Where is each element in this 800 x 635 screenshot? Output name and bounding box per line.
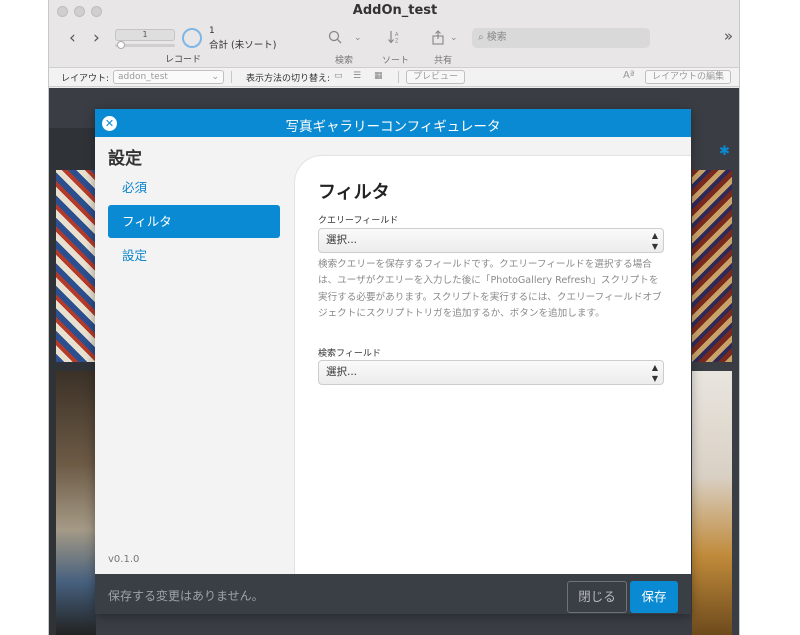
record-total: 合計 (未ソート) bbox=[209, 40, 277, 51]
title-bar: AddOn_test ‹ › 1 レコード 1 合計 (未ソート) ⌄ 検索 A… bbox=[49, 0, 739, 68]
table-view-icon[interactable]: ▦ bbox=[374, 71, 383, 81]
search-label: 検索 bbox=[335, 56, 354, 66]
photo-thumbnail[interactable] bbox=[56, 170, 96, 362]
sidebar-item-settings[interactable]: 設定 bbox=[108, 239, 280, 272]
share-label: 共有 bbox=[434, 56, 453, 66]
view-switch-label: 表示方法の切り替え: bbox=[246, 74, 331, 84]
layout-label: レイアウト: bbox=[61, 74, 110, 84]
record-count: 1 bbox=[209, 26, 215, 36]
chevron-down-icon: ⌄ bbox=[211, 72, 219, 82]
sidebar-item-label: 設定 bbox=[122, 248, 148, 263]
panel-title: フィルタ bbox=[318, 182, 390, 203]
svg-text:Z: Z bbox=[395, 39, 399, 45]
svg-text:A: A bbox=[395, 32, 399, 38]
form-view-icon[interactable]: ▭ bbox=[334, 71, 343, 81]
photo-thumbnail[interactable] bbox=[692, 170, 732, 362]
text-format-icon[interactable]: Aª bbox=[623, 70, 635, 81]
record-slider-knob[interactable] bbox=[117, 41, 125, 49]
select-arrows-icon: ▲ ▼ bbox=[651, 231, 658, 251]
toolbar-overflow-button[interactable]: » bbox=[724, 27, 733, 45]
sidebar-item-label: フィルタ bbox=[122, 214, 172, 229]
query-field-select[interactable]: 選択... ▲ ▼ bbox=[318, 228, 664, 253]
layout-select-value: addon_test bbox=[118, 72, 168, 82]
chevron-right-icon[interactable]: › bbox=[93, 28, 100, 48]
version-label: v0.1.0 bbox=[108, 554, 140, 565]
gear-icon[interactable]: ✱ bbox=[719, 144, 730, 159]
query-field-label: クエリーフィールド bbox=[318, 216, 399, 226]
dialog-footer: 保存する変更はありません。 閉じる 保存 bbox=[95, 574, 691, 614]
sidebar-item-label: 必須 bbox=[122, 180, 148, 195]
edit-layout-button[interactable]: レイアウトの編集 bbox=[645, 70, 731, 84]
filter-panel: フィルタ クエリーフィールド 選択... ▲ ▼ 検索クエリーを保存するフィールド… bbox=[294, 155, 691, 574]
record-progress-ring-icon bbox=[182, 28, 202, 48]
query-field-value: 選択... bbox=[326, 234, 358, 246]
preview-button[interactable]: プレビュー bbox=[406, 70, 465, 84]
divider bbox=[398, 71, 399, 83]
photo-thumbnail[interactable] bbox=[692, 371, 732, 635]
sidebar-title: 設定 bbox=[108, 149, 142, 169]
divider bbox=[231, 71, 232, 83]
dialog-title: 写真ギャラリーコンフィギュレータ bbox=[285, 119, 501, 135]
search-placeholder: 検索 bbox=[486, 32, 507, 43]
search-field-value: 選択... bbox=[326, 366, 358, 378]
configurator-dialog: ✕ 写真ギャラリーコンフィギュレータ 設定 必須 フィルタ 設定 v0.1.0 … bbox=[95, 109, 691, 614]
save-button[interactable]: 保存 bbox=[630, 581, 678, 613]
record-number-field[interactable]: 1 bbox=[115, 29, 175, 41]
magnifier-icon[interactable] bbox=[328, 30, 342, 48]
dialog-header: ✕ 写真ギャラリーコンフィギュレータ bbox=[95, 109, 691, 137]
search-field-label: 検索フィールド bbox=[318, 349, 381, 359]
sort-icon[interactable]: AZ bbox=[387, 30, 401, 48]
search-field-select[interactable]: 選択... ▲ ▼ bbox=[318, 360, 664, 385]
search-icon: ⌕ bbox=[478, 32, 487, 43]
select-arrows-icon: ▲ ▼ bbox=[651, 363, 658, 383]
record-label: レコード bbox=[165, 55, 202, 65]
sidebar-item-required[interactable]: 必須 bbox=[108, 171, 280, 204]
layout-select[interactable]: addon_test ⌄ bbox=[113, 70, 224, 84]
quick-find-input[interactable]: ⌕ 検索 bbox=[472, 28, 650, 48]
layout-bar: レイアウト: addon_test ⌄ 表示方法の切り替え: ▭ ☰ ▦ プレビ… bbox=[49, 68, 739, 87]
query-field-help: 検索クエリーを保存するフィールドです。クエリーフィールドを選択する場合は、ユーザ… bbox=[318, 259, 662, 320]
share-icon[interactable] bbox=[431, 30, 445, 49]
chevron-down-icon[interactable]: ⌄ bbox=[354, 33, 362, 43]
status-message: 保存する変更はありません。 bbox=[108, 589, 264, 603]
window-title: AddOn_test bbox=[352, 3, 438, 18]
chevron-down-icon[interactable]: ⌄ bbox=[450, 33, 458, 43]
sidebar-item-filter[interactable]: フィルタ bbox=[108, 205, 280, 238]
chevron-left-icon[interactable]: ‹ bbox=[69, 28, 76, 48]
list-view-icon[interactable]: ☰ bbox=[353, 71, 361, 81]
sort-label: ソート bbox=[382, 56, 410, 66]
photo-thumbnail[interactable] bbox=[56, 371, 96, 635]
close-button[interactable]: 閉じる bbox=[567, 581, 627, 613]
